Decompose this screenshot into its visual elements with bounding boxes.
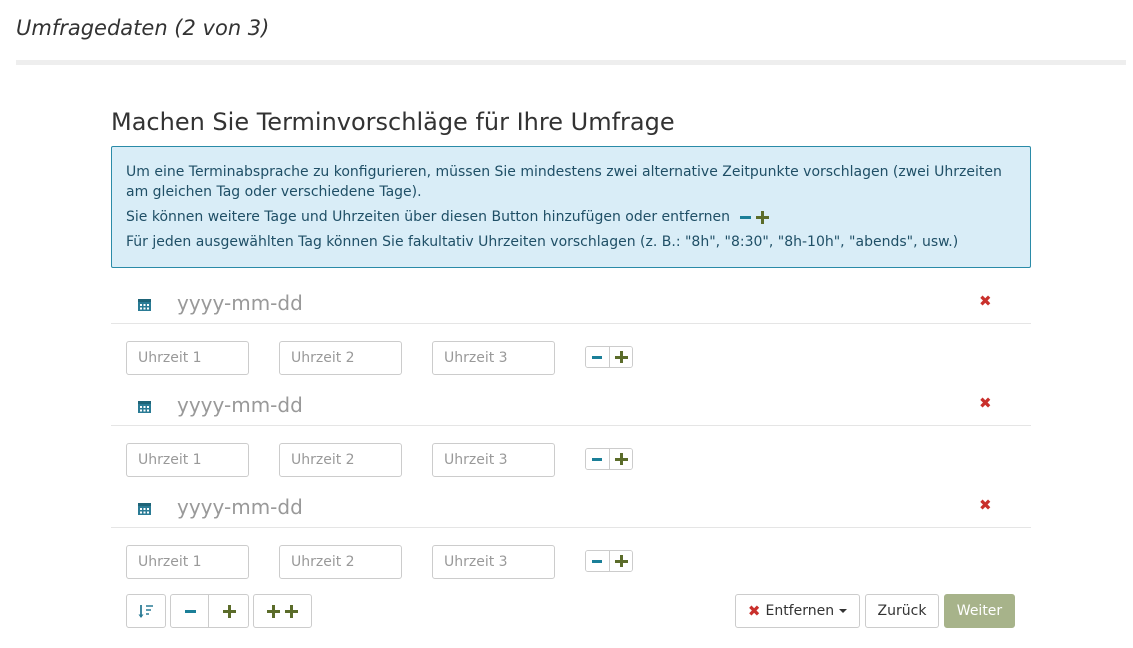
info-text-1: Um eine Terminabsprache zu konfigurieren… (126, 164, 1002, 200)
time-add-remove-group (585, 448, 633, 470)
sort-days-button[interactable] (126, 594, 166, 628)
info-text-2: Sie können weitere Tage und Uhrzeiten üb… (126, 209, 730, 225)
calendar-icon[interactable] (138, 502, 151, 515)
add-time-button[interactable] (609, 449, 632, 469)
calendar-icon[interactable] (138, 400, 151, 413)
time-row (126, 443, 646, 477)
time-row (126, 545, 646, 579)
plus-icon (285, 605, 298, 618)
section-heading: Machen Sie Terminvorschläge für Ihre Umf… (111, 108, 675, 136)
remove-dropdown-button[interactable]: ✖ Entfernen (735, 594, 860, 628)
time-input-2[interactable] (279, 341, 402, 375)
remove-time-button[interactable] (586, 449, 609, 469)
caret-down-icon (839, 609, 848, 613)
title-divider (16, 60, 1126, 65)
page-title: Umfragedaten (2 von 3) (16, 16, 270, 40)
remove-time-button[interactable] (586, 347, 609, 367)
minus-icon (740, 215, 752, 219)
time-input-2[interactable] (279, 443, 402, 477)
time-input-3[interactable] (432, 443, 555, 477)
time-row (126, 341, 646, 375)
info-inline-icons (740, 207, 770, 227)
next-button[interactable]: Weiter (944, 594, 1015, 628)
remove-day-icon[interactable]: ✖ (979, 496, 992, 514)
time-input-3[interactable] (432, 341, 555, 375)
time-add-remove-group (585, 550, 633, 572)
date-input[interactable] (177, 288, 877, 318)
date-input[interactable] (177, 390, 877, 420)
info-box: Um eine Terminabsprache zu konfigurieren… (111, 146, 1031, 268)
day-row: ✖ (111, 386, 1031, 426)
day-row: ✖ (111, 488, 1031, 528)
time-input-3[interactable] (432, 545, 555, 579)
plus-icon (756, 210, 770, 224)
remove-day-button[interactable] (170, 594, 209, 628)
close-icon: ✖ (747, 602, 761, 620)
remove-day-icon[interactable]: ✖ (979, 292, 992, 310)
time-input-1[interactable] (126, 341, 249, 375)
info-text-2-wrapper: Sie können weitere Tage und Uhrzeiten üb… (126, 207, 1016, 227)
sort-icon (138, 605, 153, 618)
time-input-2[interactable] (279, 545, 402, 579)
add-time-button[interactable] (609, 551, 632, 571)
add-day-button[interactable] (208, 594, 249, 628)
time-input-1[interactable] (126, 443, 249, 477)
remove-time-button[interactable] (586, 551, 609, 571)
date-input[interactable] (177, 492, 877, 522)
info-text-3: Für jeden ausgewählten Tag können Sie fa… (126, 234, 959, 250)
plus-icon (267, 605, 280, 618)
add-time-button[interactable] (609, 347, 632, 367)
back-button[interactable]: Zurück (865, 594, 939, 628)
calendar-icon[interactable] (138, 298, 151, 311)
remove-button-label: Entfernen (765, 603, 835, 619)
time-input-1[interactable] (126, 545, 249, 579)
time-add-remove-group (585, 346, 633, 368)
add-multiple-days-button[interactable] (253, 594, 312, 628)
remove-day-icon[interactable]: ✖ (979, 394, 992, 412)
day-row: ✖ (111, 284, 1031, 324)
